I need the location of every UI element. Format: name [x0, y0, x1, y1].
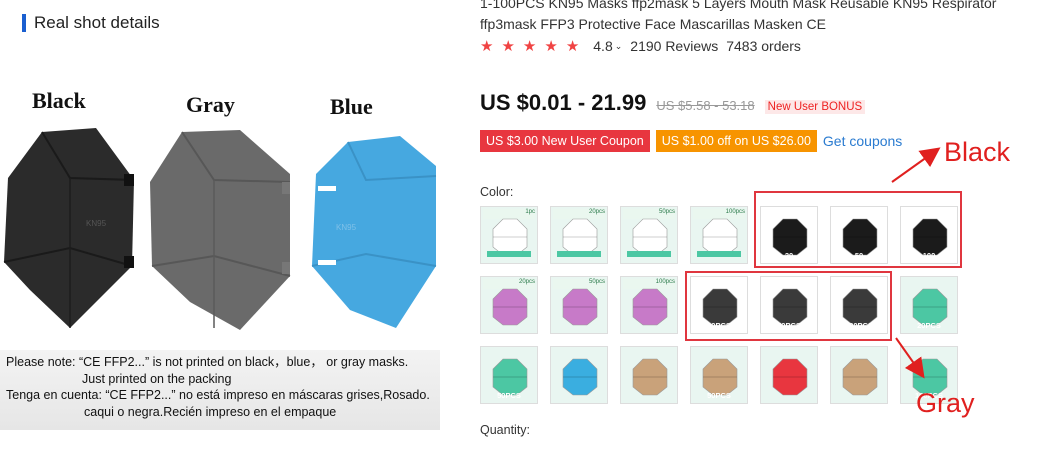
annotation-black: Black: [944, 137, 1011, 167]
option-pack-tag: 50pcs: [658, 209, 675, 215]
svg-text:KN95: KN95: [86, 219, 107, 228]
mask-thumbnail: [551, 277, 607, 333]
annotation-gray: Gray: [916, 388, 975, 418]
option-pack-tag: 20pcs: [588, 209, 605, 215]
color-option-15[interactable]: 50PCS: [480, 346, 538, 404]
black-options-highlight: [754, 191, 962, 268]
store-coupon[interactable]: US $1.00 off on US $26.00: [655, 130, 817, 152]
color-option-14[interactable]: 20PCS: [900, 276, 958, 334]
star-icon: ★: [480, 38, 494, 55]
coupon-row: US $3.00 New User Coupon US $1.00 off on…: [480, 130, 902, 152]
option-count-label: 50PCS: [497, 391, 521, 400]
price-row: US $0.01 - 21.99 US $5.58 - 53.18 New Us…: [480, 90, 866, 116]
new-user-bonus-badge: New User BONUS: [764, 100, 866, 114]
title-accent-bar: [22, 14, 26, 32]
photo-label-black: Black: [32, 88, 86, 113]
product-page: Real shot details Black Gray Blue KN95 K…: [0, 0, 1045, 452]
color-option-19[interactable]: [760, 346, 818, 404]
original-price: US $5.58 - 53.18: [656, 98, 755, 113]
product-title-line: 1-100PCS KN95 Masks ffp2mask 5 Layers Mo…: [480, 0, 997, 11]
photo-label-gray: Gray: [186, 92, 235, 117]
color-option-20[interactable]: [830, 346, 888, 404]
option-pack-tag: 100pcs: [725, 209, 745, 215]
svg-text:KN95: KN95: [336, 223, 357, 232]
mask-thumbnail: [481, 207, 537, 263]
color-option-2[interactable]: 20pcs: [550, 206, 608, 264]
color-option-3[interactable]: 50pcs: [620, 206, 678, 264]
new-user-coupon[interactable]: US $3.00 New User Coupon: [480, 130, 650, 152]
detail-panel: Real shot details Black Gray Blue KN95 K…: [0, 0, 440, 452]
rating-stars: ★ ★ ★ ★ ★: [480, 37, 587, 55]
mask-thumbnail: [831, 347, 887, 403]
blue-mask-image: KN95: [311, 136, 437, 328]
mask-thumbnail: [621, 347, 677, 403]
get-coupons-link[interactable]: Get coupons: [823, 133, 902, 149]
chevron-down-icon[interactable]: ⌄: [615, 41, 623, 52]
gray-options-highlight: [685, 271, 892, 341]
note-line: caqui o negra.Recién impreso en el empaq…: [84, 404, 337, 419]
black-mask-image: KN95: [3, 128, 135, 328]
option-pack-tag: 100pcs: [655, 279, 675, 285]
option-pack-tag: 20pcs: [518, 279, 535, 285]
section-title-text: Real shot details: [34, 13, 160, 32]
color-option-1[interactable]: 1pc: [480, 206, 538, 264]
mask-thumbnail: [551, 347, 607, 403]
rating-row: ★ ★ ★ ★ ★ 4.8 ⌄ 2190 Reviews 7483 orders: [480, 37, 809, 55]
mask-thumbnail: [551, 207, 607, 263]
printing-note: Please note: “CE FFP2...” is not printed…: [0, 350, 440, 430]
color-option-17[interactable]: [620, 346, 678, 404]
color-option-10[interactable]: 100pcs: [620, 276, 678, 334]
current-price: US $0.01 - 21.99: [480, 90, 647, 115]
note-line: Tenga en cuenta: “CE FFP2...” no está im…: [6, 388, 430, 402]
color-option-16[interactable]: [550, 346, 608, 404]
mask-thumbnail: [761, 347, 817, 403]
rating-value[interactable]: 4.8: [593, 38, 612, 54]
color-option-8[interactable]: 20pcs: [480, 276, 538, 334]
mask-thumbnail: [481, 277, 537, 333]
option-count-label: 20PCS: [917, 321, 941, 330]
mask-thumbnail: [621, 277, 677, 333]
option-count-label: 50PCS: [707, 391, 731, 400]
color-option-4[interactable]: 100pcs: [690, 206, 748, 264]
product-photo: Black Gray Blue KN95 KN95: [0, 70, 440, 348]
product-title: 1-100PCS KN95 Masks ffp2mask 5 Layers Mo…: [480, 0, 1040, 35]
star-icon: ★: [522, 38, 537, 55]
quantity-title: Quantity:: [480, 423, 531, 437]
note-line: Please note: “CE FFP2...” is not printed…: [6, 355, 409, 369]
color-option-9[interactable]: 50pcs: [550, 276, 608, 334]
color-title: Color:: [480, 185, 514, 199]
note-line: Just printed on the packing: [82, 371, 232, 386]
mask-thumbnail: [621, 207, 677, 263]
star-icon: ★: [501, 38, 515, 55]
mask-thumbnail: [691, 207, 747, 263]
option-pack-tag: 1pc: [525, 209, 535, 215]
star-icon: ★: [544, 38, 558, 55]
option-pack-tag: 50pcs: [588, 279, 605, 285]
photo-label-blue: Blue: [330, 94, 373, 119]
product-title-line: ffp3mask FFP3 Protective Face Mascarilla…: [480, 16, 826, 32]
color-option-18[interactable]: 50PCS: [690, 346, 748, 404]
gray-mask-image: [150, 130, 291, 330]
orders-count: 7483 orders: [726, 38, 801, 54]
section-title: Real shot details: [22, 12, 160, 34]
star-icon: ★: [565, 38, 580, 55]
reviews-link[interactable]: 2190 Reviews: [630, 38, 718, 54]
